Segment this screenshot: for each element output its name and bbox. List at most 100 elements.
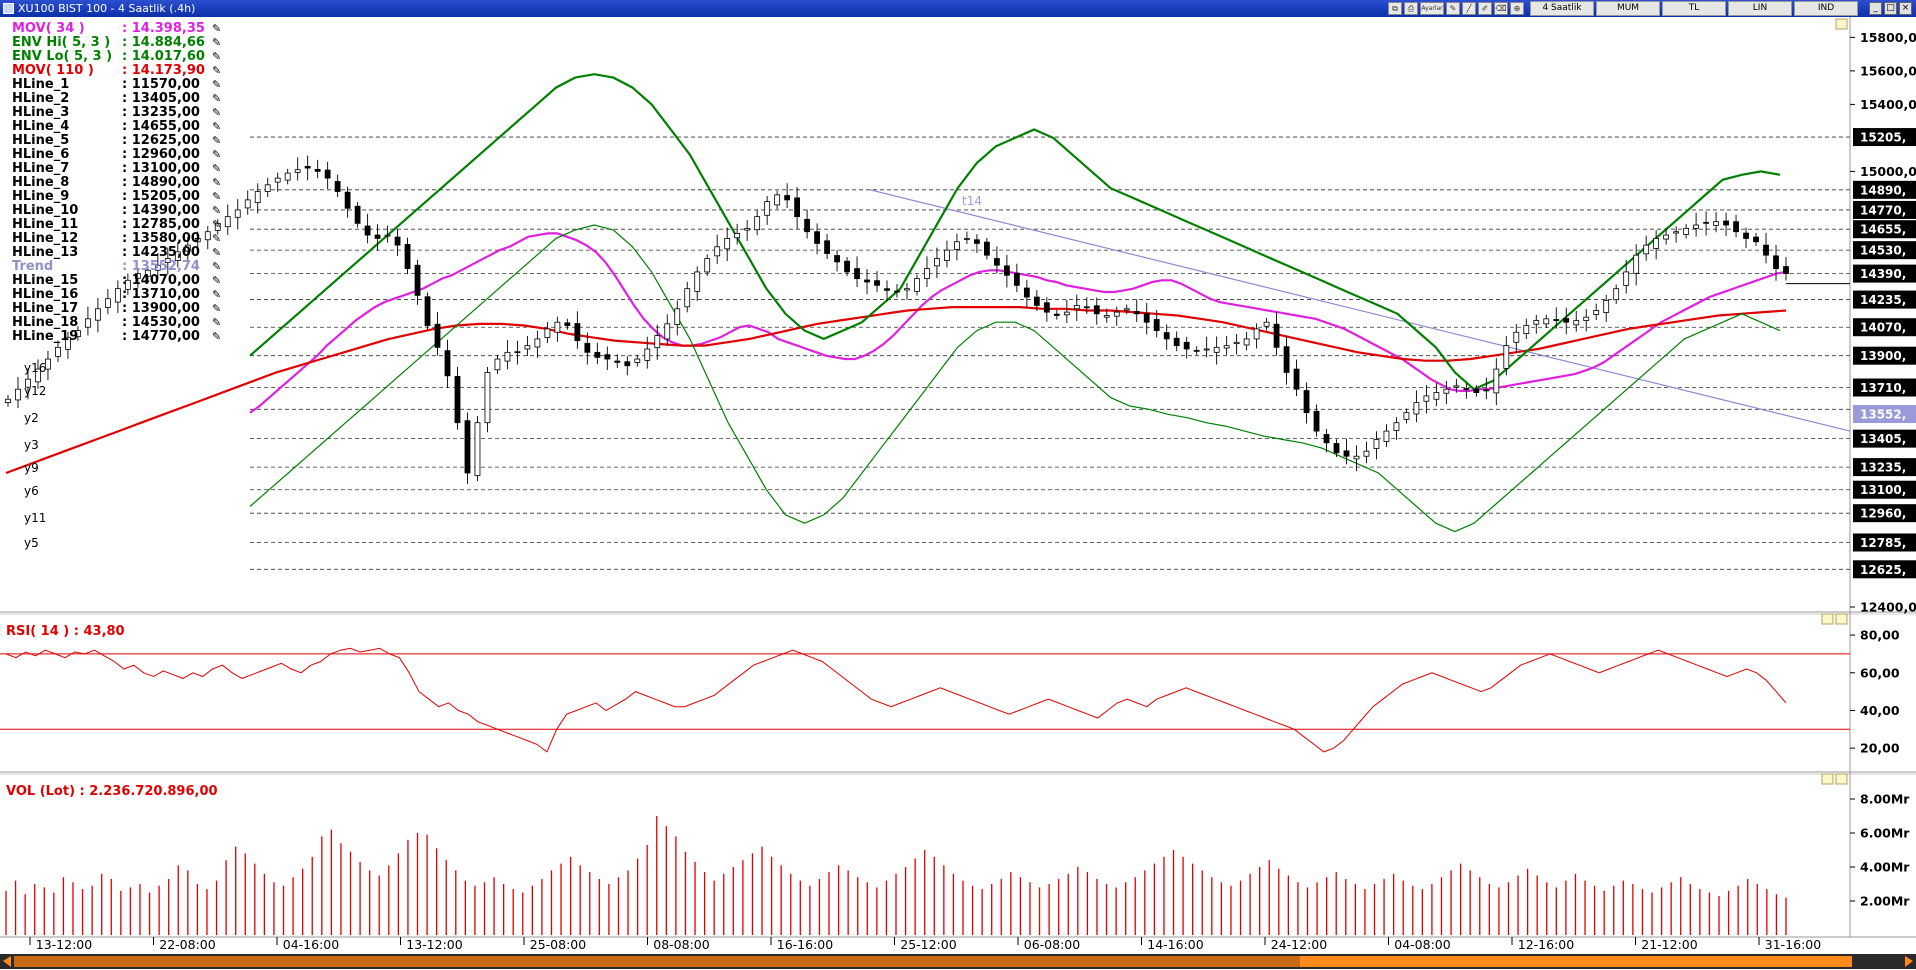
price-tag: 14890, [1860, 183, 1906, 197]
candle-body [1053, 313, 1060, 316]
legend-edit-icon[interactable]: ✎ [212, 246, 221, 259]
legend-edit-icon[interactable]: ✎ [212, 148, 221, 161]
chart-area[interactable]: 15205, 14890, 14770, 14655, 14530, 14390, 1423… [0, 17, 1916, 970]
legend-value: : 13405,00 [122, 91, 200, 106]
legend-edit-icon[interactable]: ✎ [212, 22, 221, 35]
vol-legend-label: VOL (Lot) : 2.236.720.896,00 [6, 784, 218, 799]
left-label: y16 [24, 361, 46, 375]
legend-edit-icon[interactable]: ✎ [212, 162, 221, 175]
minimize-icon[interactable]: _ [1869, 2, 1882, 15]
scrollbar-left-region[interactable] [14, 956, 1300, 967]
candle-body [104, 298, 111, 308]
scrollbar-thumb[interactable] [1300, 956, 1852, 967]
legend-edit-icon[interactable]: ✎ [212, 134, 221, 147]
rsi-panel-close-icon[interactable] [1835, 613, 1848, 625]
candle-body [424, 296, 431, 326]
chart-style-selector[interactable]: MUM [1596, 1, 1660, 16]
candle-body [514, 351, 521, 354]
y-tick-label: 15000,00 [1860, 164, 1916, 179]
legend-name: HLine_12 [12, 231, 78, 246]
copy-icon[interactable]: ⧉ [1388, 2, 1402, 15]
legend-edit-icon[interactable]: ✎ [212, 106, 221, 119]
legend-edit-icon[interactable]: ✎ [212, 204, 221, 217]
candle-body [774, 194, 781, 206]
price-panel-restore-icon[interactable] [1835, 18, 1848, 30]
candle-body [1383, 430, 1390, 442]
vol-panel-restore-icon[interactable] [1821, 773, 1834, 785]
candle-body [394, 236, 401, 246]
pencil-icon[interactable]: ✎ [1446, 2, 1460, 15]
vol-tick-label: 2.00Mr [1860, 894, 1910, 909]
candle-body [1523, 325, 1530, 334]
candle-body [1343, 450, 1350, 457]
legend-value: : 14890,00 [122, 175, 200, 190]
candle-body [1143, 313, 1150, 323]
vol-panel-close-icon[interactable] [1835, 773, 1848, 785]
x-tick-label: 16-16:00 [777, 937, 833, 952]
window-menu-icon[interactable] [3, 3, 14, 14]
trendline-icon[interactable]: ╱ [1462, 2, 1476, 15]
legend-edit-icon[interactable]: ✎ [212, 36, 221, 49]
candle-body [554, 321, 561, 333]
candle-body [1733, 221, 1739, 233]
legend-value: : 14070,00 [122, 273, 200, 288]
scale-selector[interactable]: LIN [1728, 1, 1792, 16]
legend-value: : 14770,00 [122, 329, 200, 344]
price-tag: 13710, [1860, 381, 1906, 395]
legend-value: : 11570,00 [122, 77, 200, 92]
candle-body [1363, 450, 1370, 457]
candle-body [1133, 311, 1140, 315]
candle-body [15, 388, 21, 401]
legend-edit-icon[interactable]: ✎ [212, 176, 221, 189]
left-label: y12 [24, 384, 46, 398]
close-icon[interactable]: × [1899, 2, 1912, 15]
candle-body [1293, 368, 1300, 390]
candle-body [1213, 346, 1220, 353]
legend-edit-icon[interactable]: ✎ [212, 218, 221, 231]
legend-edit-icon[interactable]: ✎ [212, 260, 221, 273]
legend-edit-icon[interactable]: ✎ [212, 274, 221, 287]
legend-edit-icon[interactable]: ✎ [212, 288, 221, 301]
legend-edit-icon[interactable]: ✎ [212, 330, 221, 343]
legend-edit-icon[interactable]: ✎ [212, 92, 221, 105]
rsi-tick-label: 20,00 [1860, 741, 1900, 756]
legend-edit-icon[interactable]: ✎ [212, 50, 221, 63]
legend-name: HLine_10 [12, 203, 78, 218]
legend-name: HLine_19 [12, 329, 78, 344]
rsi-tick-label: 60,00 [1860, 665, 1900, 680]
legend-edit-icon[interactable]: ✎ [212, 120, 221, 133]
candle-body [85, 318, 91, 328]
candle-body [564, 322, 571, 326]
candle-body [1653, 238, 1660, 249]
candle-body [954, 241, 960, 250]
period-selector[interactable]: 4 Saatlik [1530, 1, 1594, 16]
settings-button[interactable]: Ayarlar [1420, 2, 1444, 15]
x-tick-label: 08-08:00 [653, 937, 709, 952]
candle-body [294, 169, 301, 173]
legend-edit-icon[interactable]: ✎ [212, 78, 221, 91]
candle-body [844, 260, 850, 273]
zoom-icon[interactable]: ⊕ [1510, 2, 1524, 15]
candle-body [1013, 272, 1020, 286]
price-tag: 13900, [1860, 349, 1906, 363]
horizontal-scrollbar[interactable] [0, 954, 1916, 969]
legend-edit-icon[interactable]: ✎ [212, 232, 221, 245]
legend-edit-icon[interactable]: ✎ [212, 64, 221, 77]
eraser-icon[interactable]: ⌫ [1494, 2, 1508, 15]
legend-edit-icon[interactable]: ✎ [212, 316, 221, 329]
currency-selector[interactable]: TL [1662, 1, 1726, 16]
rsi-panel-restore-icon[interactable] [1821, 613, 1834, 625]
indicator-selector[interactable]: IND [1794, 1, 1858, 16]
candle-body [1403, 412, 1410, 420]
candle-body [764, 201, 771, 216]
pencil-alt-icon[interactable]: ✐ [1478, 2, 1492, 15]
candle-body [1263, 321, 1270, 327]
candle-body [1713, 221, 1719, 226]
print-icon[interactable]: ⎙ [1404, 2, 1418, 15]
price-tag: 13100, [1860, 483, 1906, 497]
legend-edit-icon[interactable]: ✎ [212, 302, 221, 315]
legend-edit-icon[interactable]: ✎ [212, 190, 221, 203]
restore-icon[interactable]: □ [1884, 2, 1897, 15]
candle-body [1593, 310, 1600, 315]
candle-body [574, 323, 581, 342]
